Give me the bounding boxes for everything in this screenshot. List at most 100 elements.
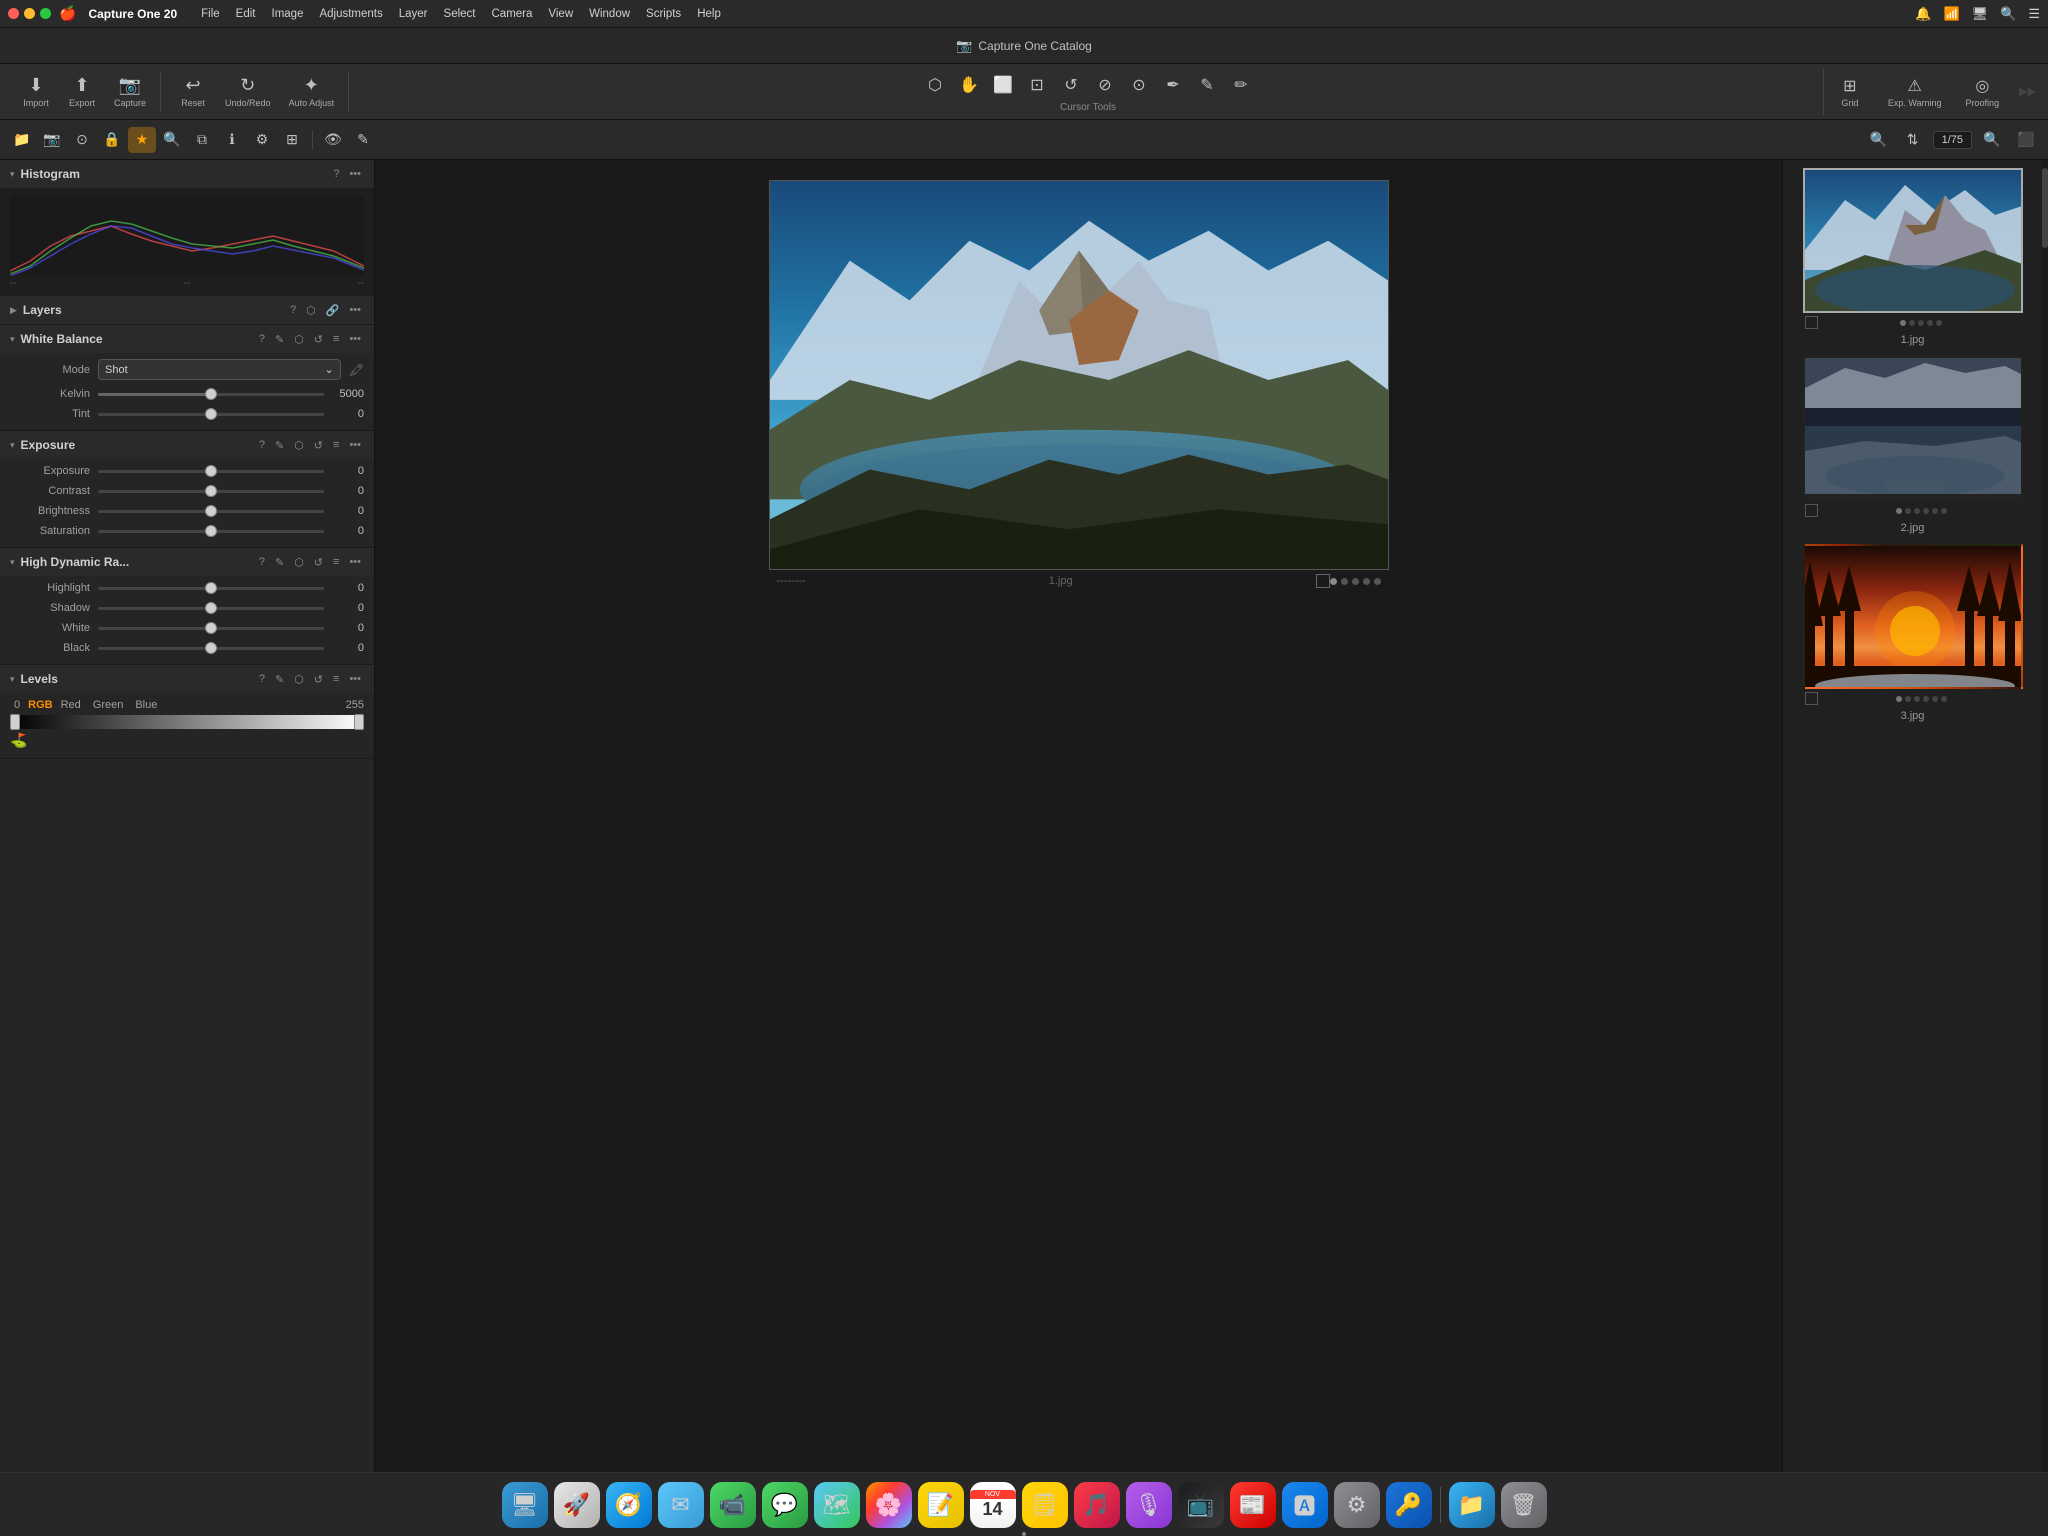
layers-help[interactable]: ?	[287, 303, 299, 317]
levels-white-handle[interactable]	[354, 714, 364, 730]
dock-1password[interactable]: 🔑	[1386, 1482, 1432, 1528]
scrollbar-thumb[interactable]	[2042, 168, 2048, 248]
menu-window[interactable]: Window	[581, 6, 638, 22]
black-slider[interactable]	[98, 647, 324, 650]
hdr-reset[interactable]: ↺	[311, 555, 326, 570]
levels-list[interactable]: ≡	[330, 672, 342, 686]
proofing-button[interactable]: ◎ Proofing	[1958, 72, 2008, 112]
dock-maps[interactable]: 🗺	[814, 1482, 860, 1528]
rotate-cursor-button[interactable]: ↺	[1055, 70, 1087, 100]
app-name[interactable]: Capture One 20	[88, 7, 177, 21]
levels-green-channel[interactable]: Green	[89, 699, 128, 711]
photo-dot-2[interactable]	[1341, 578, 1348, 585]
kelvin-thumb[interactable]	[205, 388, 217, 400]
saturation-thumb[interactable]	[205, 525, 217, 537]
minimize-button[interactable]	[24, 8, 35, 19]
levels-rgb-channel[interactable]: RGB	[28, 699, 52, 711]
dock-sysprefs[interactable]: ⚙	[1334, 1482, 1380, 1528]
wifi-icon[interactable]: 📶	[1943, 6, 1959, 22]
filmstrip-dot-3-5[interactable]	[1932, 696, 1938, 702]
eyedropper2-icon[interactable]: ⛳	[10, 732, 27, 749]
histogram-help[interactable]: ?	[330, 167, 342, 181]
levels-more[interactable]: •••	[346, 672, 364, 686]
export-button[interactable]: ⬆ Export	[60, 71, 104, 112]
wb-reset[interactable]: ↺	[311, 332, 326, 347]
menu-edit[interactable]: Edit	[228, 6, 264, 22]
settings-button[interactable]: ⚙	[248, 127, 276, 153]
filmstrip-dot-2-2[interactable]	[1905, 508, 1911, 514]
sort-button[interactable]: ⇅	[1899, 127, 1927, 153]
dock-mail[interactable]: ✉	[658, 1482, 704, 1528]
dock-music[interactable]: 🎵	[1074, 1482, 1120, 1528]
exposure-edit[interactable]: ✎	[272, 438, 287, 453]
levels-blue-channel[interactable]: Blue	[131, 699, 161, 711]
filmstrip-item-2[interactable]: 2.jpg	[1803, 356, 2023, 536]
exp-warning-button[interactable]: ⚠ Exp. Warning	[1880, 72, 1950, 112]
eyedropper-icon[interactable]: 🖍	[349, 363, 364, 377]
kelvin-slider[interactable]	[98, 393, 324, 396]
filmstrip-dot-2-1[interactable]	[1896, 508, 1902, 514]
layers-link[interactable]: 🔗	[323, 303, 343, 318]
menu-view[interactable]: View	[540, 6, 581, 22]
tint-slider[interactable]	[98, 413, 324, 416]
levels-black-handle[interactable]	[10, 714, 20, 730]
shadow-thumb[interactable]	[205, 602, 217, 614]
wb-more[interactable]: •••	[346, 332, 364, 346]
maximize-button[interactable]	[40, 8, 51, 19]
menu-file[interactable]: File	[193, 6, 228, 22]
filmstrip-dot-1-5[interactable]	[1936, 320, 1942, 326]
filmstrip-dot-2-5[interactable]	[1932, 508, 1938, 514]
menu-select[interactable]: Select	[436, 6, 484, 22]
notification-icon[interactable]: 🔔	[1915, 6, 1931, 22]
menu-camera[interactable]: Camera	[484, 6, 541, 22]
exposure-more[interactable]: •••	[346, 438, 364, 452]
straighten-cursor-button[interactable]: ⊡	[1021, 70, 1053, 100]
filmstrip-item-3[interactable]: 3.jpg	[1803, 544, 2023, 724]
auto-adjust-button[interactable]: ✦ Auto Adjust	[281, 71, 343, 112]
levels-edit[interactable]: ✎	[272, 672, 287, 687]
pan-cursor-button[interactable]: ✋	[953, 70, 985, 100]
exposure-reset[interactable]: ↺	[311, 438, 326, 453]
dock-trash[interactable]: 🗑	[1501, 1482, 1547, 1528]
saturation-slider[interactable]	[98, 530, 324, 533]
dock-facetime[interactable]: 📹	[710, 1482, 756, 1528]
capture-button[interactable]: 📷 Capture	[106, 71, 154, 112]
white-balance-header[interactable]: ▾ White Balance ? ✎ ⬡ ↺ ≡ •••	[0, 325, 374, 353]
filmstrip-dot-1-3[interactable]	[1918, 320, 1924, 326]
histogram-more[interactable]: •••	[346, 167, 364, 181]
star-button[interactable]: ★	[128, 127, 156, 153]
search-menubar-icon[interactable]: 🔍	[2000, 6, 2016, 22]
dock-tv[interactable]: 📺	[1178, 1482, 1224, 1528]
photo-dot-3[interactable]	[1352, 578, 1359, 585]
close-button[interactable]	[8, 8, 19, 19]
filmstrip-dot-3-4[interactable]	[1923, 696, 1929, 702]
crop-cursor-button[interactable]: ⬜	[987, 70, 1019, 100]
lock-button[interactable]: 🔒	[98, 127, 126, 153]
info-button[interactable]: ℹ	[218, 127, 246, 153]
search2-button[interactable]: 🔍	[1978, 127, 2006, 153]
black-thumb[interactable]	[205, 642, 217, 654]
reset-button[interactable]: ↩ Reset	[171, 71, 215, 112]
white-slider[interactable]	[98, 627, 324, 630]
photo-dot-5[interactable]	[1374, 578, 1381, 585]
levels-header[interactable]: ▾ Levels ? ✎ ⬡ ↺ ≡ •••	[0, 665, 374, 693]
undo-redo-button[interactable]: ↻ Undo/Redo	[217, 71, 279, 112]
camera2-button[interactable]: 📷	[38, 127, 66, 153]
filmstrip-dot-1-1[interactable]	[1900, 320, 1906, 326]
hdr-list[interactable]: ≡	[330, 555, 342, 569]
highlight-slider[interactable]	[98, 587, 324, 590]
dock-appstore[interactable]: 🅰	[1282, 1482, 1328, 1528]
select-cursor-button[interactable]: ⬡	[919, 70, 951, 100]
fullscreen-button[interactable]: ⬛	[2012, 127, 2040, 153]
exposure-slider[interactable]	[98, 470, 324, 473]
plugins-button[interactable]: ⊞	[278, 127, 306, 153]
levels-red-channel[interactable]: Red	[57, 699, 85, 711]
wb-help[interactable]: ?	[256, 332, 268, 346]
filmstrip-dot-1-2[interactable]	[1909, 320, 1915, 326]
hdr-edit[interactable]: ✎	[272, 555, 287, 570]
histogram-header[interactable]: ▾ Histogram ? •••	[0, 160, 374, 188]
filmstrip-dot-3-6[interactable]	[1941, 696, 1947, 702]
dock-launchpad[interactable]: 🚀	[554, 1482, 600, 1528]
levels-link[interactable]: ⬡	[291, 672, 307, 687]
filmstrip-dot-1-4[interactable]	[1927, 320, 1933, 326]
